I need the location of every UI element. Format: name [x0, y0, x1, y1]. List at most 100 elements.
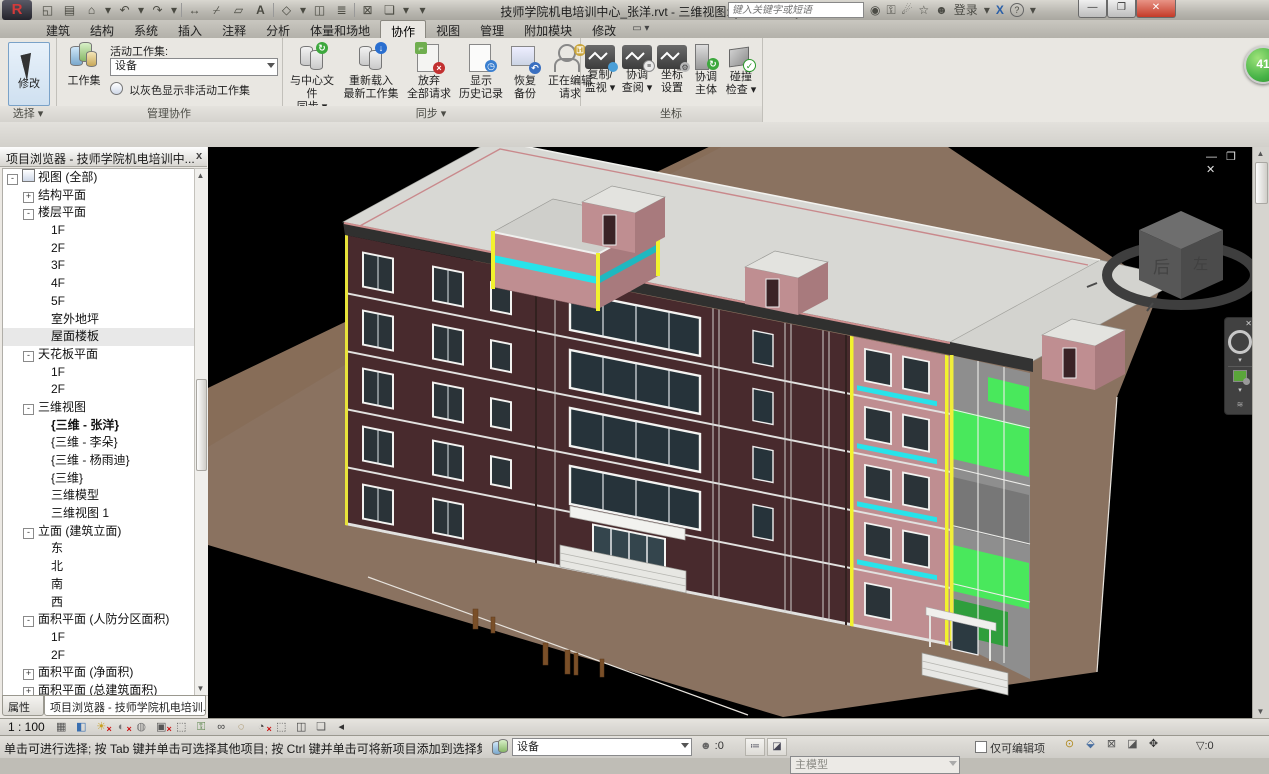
aligned-dimension-icon[interactable]: ⌿: [207, 2, 226, 18]
tree-item-ceiling-1f[interactable]: 1F: [3, 364, 195, 382]
3d-dropdown-icon[interactable]: ▾: [299, 2, 307, 18]
sign-in-dropdown-icon[interactable]: ▾: [984, 2, 990, 18]
editing-requests-status[interactable]: ☻ :0: [700, 740, 724, 752]
vscroll-up-icon[interactable]: ▲: [1253, 147, 1268, 160]
crop-view-icon[interactable]: ▣×: [154, 721, 169, 734]
tree-item-3d-default[interactable]: {三维}: [3, 470, 195, 488]
selection-filter[interactable]: ▽:0: [1196, 739, 1214, 752]
copy-monitor-button[interactable]: 复制/监视 ▾: [582, 42, 618, 95]
exchange-apps-icon[interactable]: X: [996, 2, 1004, 18]
wheel-dropdown-icon[interactable]: ▾: [1225, 356, 1252, 364]
tag-icon[interactable]: ▱: [229, 2, 248, 18]
visual-style-icon[interactable]: ◧: [74, 721, 89, 734]
tab-architecture[interactable]: 建筑: [36, 20, 80, 38]
help-dropdown-icon[interactable]: ▾: [1030, 2, 1036, 18]
tab-properties[interactable]: 属性: [2, 695, 44, 716]
undo-icon[interactable]: ↶: [115, 2, 134, 18]
show-rendering-dialog-icon[interactable]: ◍: [134, 721, 149, 734]
analytical-model-icon[interactable]: ◫: [294, 721, 309, 734]
tree-item-elev-south[interactable]: 南: [3, 576, 195, 594]
scale-value[interactable]: 1 : 100: [8, 720, 45, 734]
tree-item-floor-1f[interactable]: 1F: [3, 222, 195, 240]
design-options-icon[interactable]: ◪: [767, 738, 787, 756]
tab-annotate[interactable]: 注释: [212, 20, 256, 38]
tree-item-ceiling-2f[interactable]: 2F: [3, 381, 195, 399]
modify-button[interactable]: 修改: [8, 42, 50, 106]
coordination-review-button[interactable]: ≡ 协调查阅 ▾: [620, 42, 654, 95]
panel-label-synchronize[interactable]: 同步 ▾: [282, 106, 580, 122]
tab-modify[interactable]: 修改: [582, 20, 626, 38]
ribbon-display-toggle-icon[interactable]: ▭ ▾: [632, 20, 649, 38]
scroll-up-icon[interactable]: ▲: [195, 169, 206, 182]
tree-item-area-plans-civil-defense[interactable]: -面积平面 (人防分区面积): [3, 611, 195, 629]
tree-item-ceiling-plans[interactable]: -天花板平面: [3, 346, 195, 364]
redo-dropdown-icon[interactable]: ▾: [170, 2, 178, 18]
sync-with-central-icon[interactable]: ⌂: [82, 2, 101, 18]
favorites-star-icon[interactable]: ☆: [918, 2, 929, 18]
tab-massing-site[interactable]: 体量和场地: [300, 20, 380, 38]
scroll-thumb[interactable]: [196, 379, 207, 471]
thin-lines-icon[interactable]: ≣: [332, 2, 351, 18]
tree-item-floor-plans[interactable]: -楼层平面: [3, 204, 195, 222]
tab-insert[interactable]: 插入: [168, 20, 212, 38]
design-options-combobox[interactable]: 主模型: [790, 756, 960, 774]
subscription-key-icon[interactable]: ⚿: [886, 2, 895, 18]
tree-item-elevations[interactable]: -立面 (建筑立面): [3, 523, 195, 541]
save-icon[interactable]: ▤: [60, 2, 79, 18]
shadows-icon[interactable]: ◐×: [114, 721, 129, 734]
close-hidden-windows-icon[interactable]: ⊠: [358, 2, 377, 18]
project-browser-title[interactable]: 项目浏览器 - 技师学院机电培训中...: [0, 147, 207, 167]
vscroll-down-icon[interactable]: ▼: [1253, 705, 1268, 718]
worksets-button[interactable]: 工作集: [62, 42, 106, 88]
interference-check-button[interactable]: ✓ 碰撞检查 ▾: [724, 42, 758, 97]
zoom-tool-icon[interactable]: [1233, 370, 1247, 382]
show-history-button[interactable]: ◷ 显示历史记录: [458, 42, 504, 101]
tab-view[interactable]: 视图: [426, 20, 470, 38]
tree-item-3d-zhangyang[interactable]: {三维 - 张洋}: [3, 417, 195, 435]
tab-project-browser[interactable]: 项目浏览器 - 技师学院机电培训...: [44, 695, 206, 716]
vscroll-thumb[interactable]: [1255, 162, 1268, 204]
view-minimize-icon[interactable]: —: [1206, 151, 1220, 163]
relinquish-all-button[interactable]: × ⌐ 放弃全部请求: [404, 42, 454, 101]
detail-level-icon[interactable]: ▦: [54, 721, 69, 734]
sync-dropdown-icon[interactable]: ▾: [104, 2, 112, 18]
text-icon[interactable]: A: [251, 2, 270, 18]
temporary-hide-isolate-icon[interactable]: ∞: [214, 721, 229, 734]
tree-item-structural-plans[interactable]: +结构平面: [3, 187, 195, 205]
worksharing-display-icon[interactable]: ◔×: [254, 721, 269, 734]
tree-item-elev-west[interactable]: 西: [3, 594, 195, 612]
tree-item-floor-3f[interactable]: 3F: [3, 257, 195, 275]
tree-item-3d-yangyudi[interactable]: {三维 - 杨雨迪}: [3, 452, 195, 470]
tree-item-floor-2f[interactable]: 2F: [3, 240, 195, 258]
tree-item-area-plans-net[interactable]: +面积平面 (净面积): [3, 664, 195, 682]
worksets-dialog-icon[interactable]: ≔: [745, 738, 765, 756]
restore-button[interactable]: ❐: [1107, 0, 1136, 18]
project-browser-close-icon[interactable]: x: [192, 150, 206, 164]
steering-wheel-icon[interactable]: [1228, 330, 1252, 354]
select-links-icon[interactable]: ⊙: [1062, 738, 1077, 751]
editable-only-checkbox[interactable]: 仅可编辑项: [975, 740, 1045, 756]
sync-with-central-button[interactable]: ↻ 与中心文件同步 ▾: [286, 42, 338, 114]
vcbar-expand-icon[interactable]: ◂: [334, 721, 349, 734]
default-3d-view-icon[interactable]: ◇: [277, 2, 296, 18]
view-restore-icon[interactable]: ❐: [1226, 151, 1239, 163]
switch-windows-icon[interactable]: ❏: [380, 2, 399, 18]
tree-item-area-2f[interactable]: 2F: [3, 647, 195, 665]
reload-latest-button[interactable]: ↓ 重新载入最新工作集: [342, 42, 400, 101]
minimize-button[interactable]: —: [1078, 0, 1107, 18]
communication-center-icon[interactable]: ☄: [902, 2, 913, 18]
tree-item-elev-east[interactable]: 东: [3, 540, 195, 558]
tab-addins[interactable]: 附加模块: [514, 20, 582, 38]
search-input[interactable]: [728, 2, 864, 18]
gray-inactive-worksets-toggle[interactable]: 以灰色显示非活动工作集: [110, 82, 250, 98]
tab-manage[interactable]: 管理: [470, 20, 514, 38]
user-icon[interactable]: ☻: [935, 2, 948, 18]
navigation-bar[interactable]: ✕ ▾ ▾ ≋: [1224, 317, 1252, 415]
tree-item-elev-north[interactable]: 北: [3, 558, 195, 576]
select-pinned-elements-icon[interactable]: ⊠: [1104, 738, 1119, 751]
zoom-dropdown-icon[interactable]: ▾: [1225, 386, 1252, 394]
editable-only-checkbox-box[interactable]: [975, 741, 987, 753]
search-binoculars-icon[interactable]: ◉: [870, 2, 880, 18]
open-icon[interactable]: ◱: [38, 2, 57, 18]
tree-item-roof-slab[interactable]: 屋面楼板: [3, 328, 195, 346]
